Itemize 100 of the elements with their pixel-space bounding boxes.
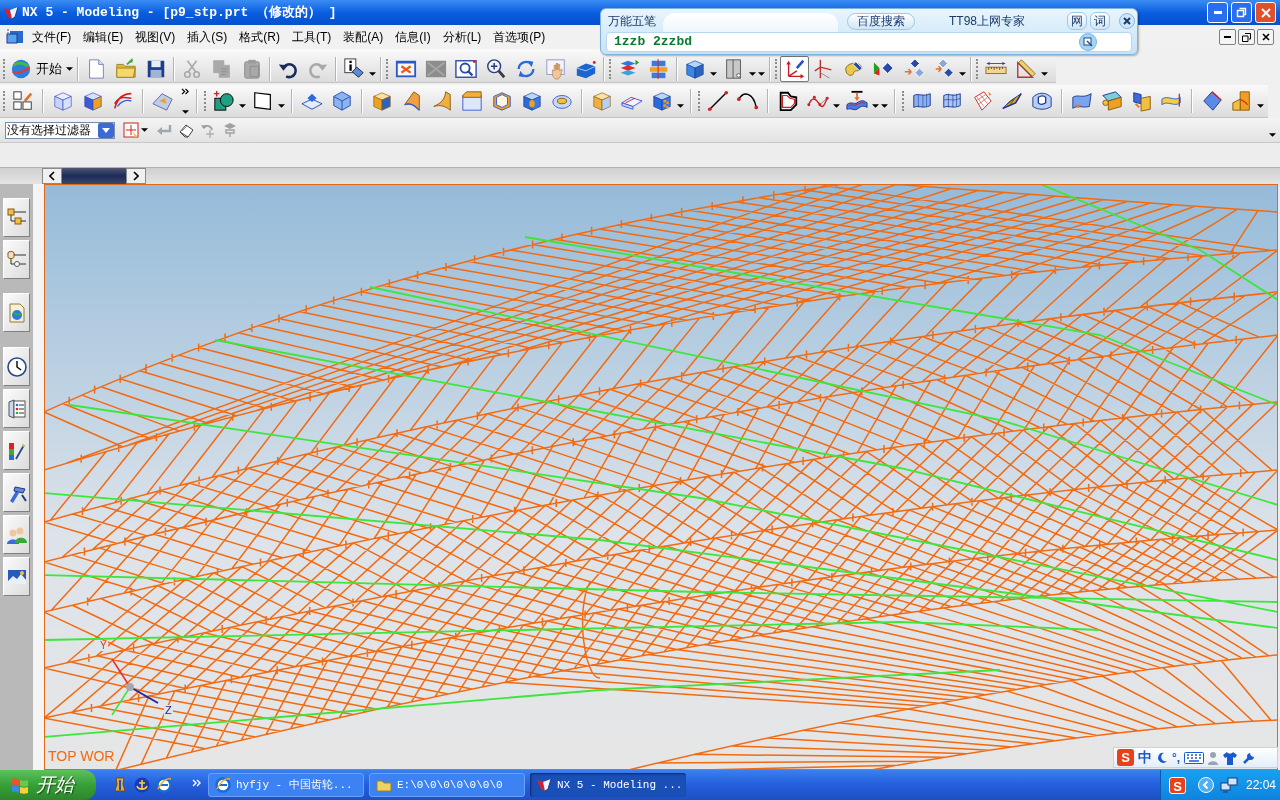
box-icon[interactable] <box>371 89 393 112</box>
toolbar-grip[interactable] <box>609 58 612 79</box>
menu-item[interactable]: 格式(R) <box>233 27 286 47</box>
scroll-thumb[interactable] <box>62 168 126 184</box>
start-button[interactable]: 开始 <box>8 55 75 82</box>
set-square-icon[interactable] <box>1015 57 1037 80</box>
close-icon[interactable] <box>1119 13 1135 29</box>
shirt-icon[interactable] <box>1222 750 1239 765</box>
anchor-icon[interactable] <box>134 777 150 793</box>
selection-filter-dropdown[interactable]: 没有选择过滤器 <box>5 121 115 139</box>
caret-icon[interactable] <box>1257 103 1264 108</box>
resource-tab[interactable] <box>3 347 30 386</box>
mode-button[interactable]: 网 <box>1067 12 1087 30</box>
diamond-arrow-icon[interactable] <box>933 57 955 80</box>
document-window-icon[interactable] <box>6 28 24 46</box>
moon-icon[interactable] <box>1156 751 1168 764</box>
zoom-in-icon[interactable] <box>485 57 507 80</box>
cube-icon[interactable] <box>684 57 706 80</box>
squares-pen-icon[interactable] <box>12 89 34 112</box>
minimize-button[interactable] <box>1219 29 1236 45</box>
toolbar-grip[interactable] <box>902 90 905 111</box>
box-icon[interactable] <box>52 89 74 112</box>
resource-tab[interactable] <box>3 515 30 554</box>
toolbar-grip[interactable] <box>3 58 6 79</box>
diamond-icon[interactable] <box>1201 89 1223 112</box>
caret-icon[interactable] <box>710 71 717 76</box>
toolbar-grip[interactable] <box>775 58 778 79</box>
menu-item[interactable]: 视图(V) <box>129 27 182 47</box>
folder-icon[interactable] <box>115 57 137 80</box>
menu-item[interactable]: 装配(A) <box>337 27 390 47</box>
menu-item[interactable]: 分析(L) <box>436 27 488 47</box>
rolled-sheet-icon[interactable] <box>1101 89 1123 112</box>
caret-icon[interactable] <box>278 103 285 108</box>
curved-face-icon[interactable] <box>401 89 423 112</box>
eraser-icon[interactable] <box>178 122 194 138</box>
square-circle-icon[interactable] <box>213 89 235 112</box>
chevron-left-icon[interactable] <box>1198 777 1214 793</box>
info-icon[interactable] <box>343 57 365 80</box>
caret-icon[interactable] <box>181 109 189 114</box>
app-logo-icon[interactable] <box>3 4 19 21</box>
block-icon[interactable] <box>461 89 483 112</box>
input-method-logo[interactable]: S <box>1117 749 1134 766</box>
caret-icon[interactable] <box>1269 133 1276 137</box>
resource-tab[interactable] <box>3 198 30 237</box>
tree-icon[interactable] <box>6 249 27 270</box>
caret-icon[interactable] <box>677 103 684 108</box>
hexagon-icon[interactable] <box>491 89 513 112</box>
corner-plate-icon[interactable] <box>1231 89 1253 112</box>
resource-tab[interactable] <box>3 293 30 332</box>
hole-block-icon[interactable] <box>521 89 543 112</box>
composition-field[interactable]: 1zzb 2zzbd <box>606 32 1132 52</box>
mode-button[interactable]: 词 <box>1090 12 1110 30</box>
search-button[interactable]: 百度搜索 <box>847 12 915 30</box>
caret-icon[interactable] <box>369 71 376 76</box>
caret-icon[interactable] <box>1041 71 1048 76</box>
toolbar-grip[interactable] <box>976 58 979 79</box>
resource-tab[interactable] <box>3 557 30 596</box>
dotted-cube-icon[interactable] <box>651 89 673 112</box>
caret-icon[interactable] <box>959 71 966 76</box>
restore-button[interactable] <box>1238 29 1255 45</box>
crosshair-icon[interactable] <box>123 122 139 138</box>
diamond-pair-icon[interactable] <box>903 57 925 80</box>
start-button[interactable]: 开始 <box>0 770 96 800</box>
menu-item[interactable]: 插入(S) <box>181 27 234 47</box>
sheet-pair-icon[interactable] <box>1131 89 1153 112</box>
grid-surface-icon[interactable] <box>971 89 993 112</box>
toolbar-grip[interactable] <box>204 90 207 111</box>
zoom-window-icon[interactable] <box>455 57 477 80</box>
resource-tab[interactable] <box>3 431 30 470</box>
box-icon[interactable] <box>591 89 613 112</box>
taskbar-button[interactable]: hyfjy - 中国齿轮... <box>208 773 364 797</box>
line-icon[interactable] <box>707 89 729 112</box>
faceted-body-icon[interactable] <box>331 89 353 112</box>
menu-item[interactable]: 首选项(P) <box>487 27 552 47</box>
split-box-icon[interactable] <box>82 89 104 112</box>
keyboard-icon[interactable] <box>1184 751 1205 764</box>
taskbar-button[interactable]: E:\0\0\0\0\0\0\0 <box>369 773 525 797</box>
resource-tab[interactable] <box>3 240 30 279</box>
browser-icon[interactable] <box>156 777 172 793</box>
menu-item[interactable]: 工具(T) <box>286 27 338 47</box>
menu-item[interactable]: 文件(F) <box>26 27 78 47</box>
caret-icon[interactable] <box>141 128 148 132</box>
toolbar-grip[interactable] <box>386 58 389 79</box>
close-button[interactable] <box>1257 29 1274 45</box>
resource-tab[interactable] <box>3 389 30 428</box>
scroll-right-button[interactable] <box>126 168 146 184</box>
menu-item[interactable]: 信息(I) <box>389 27 437 47</box>
project-curve-icon[interactable] <box>846 89 868 112</box>
wrench-icon[interactable] <box>1242 750 1257 765</box>
network-icon[interactable] <box>1220 777 1238 793</box>
web-page-icon[interactable] <box>6 302 27 323</box>
scroll-left-button[interactable] <box>42 168 62 184</box>
toolbar-grip[interactable] <box>3 90 6 111</box>
spool-icon[interactable] <box>112 777 128 793</box>
taskbar-button[interactable]: NX 5 - Modeling ... <box>530 773 686 797</box>
caret-icon[interactable] <box>833 103 840 108</box>
chevron-icon[interactable] <box>180 87 190 95</box>
link[interactable]: TT98上网专家 <box>943 12 1031 30</box>
input-method-logo[interactable]: S <box>1169 776 1186 794</box>
expand-icon[interactable] <box>1079 33 1097 51</box>
